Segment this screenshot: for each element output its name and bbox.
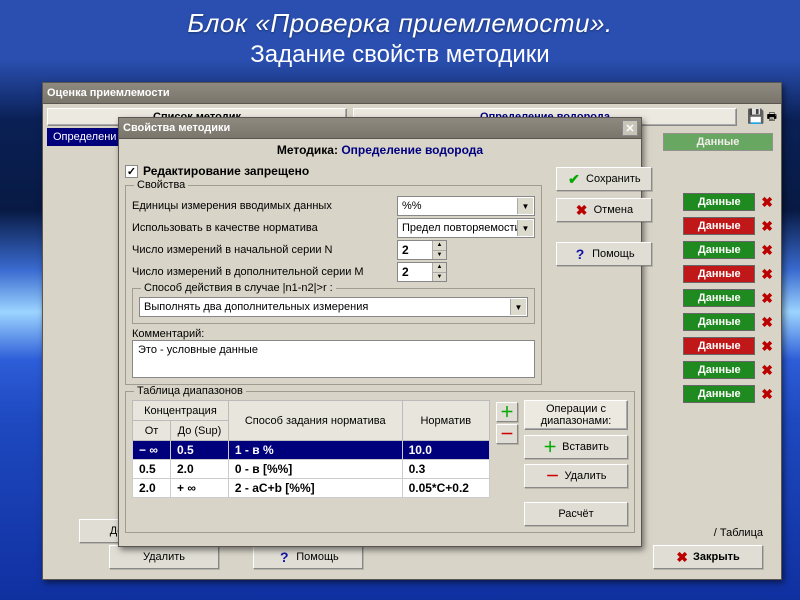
minus-button[interactable]: － [496, 424, 518, 444]
comment-label: Комментарий: [132, 328, 535, 340]
dialog-close-button[interactable]: ✕ [622, 120, 638, 136]
delete-series-icon[interactable]: ✖ [761, 290, 773, 307]
help-icon: ? [573, 246, 587, 262]
data-tab[interactable]: Данные [683, 193, 755, 211]
data-tab[interactable]: Данные [683, 265, 755, 283]
save-button[interactable]: ✔ Сохранить [556, 167, 652, 191]
n-spinner[interactable]: 2▲▼ [397, 240, 447, 260]
ranges-table[interactable]: Концентрация Способ задания норматива Но… [132, 400, 490, 498]
norm-label: Использовать в качестве норматива [132, 222, 397, 234]
dialog-titlebar[interactable]: Свойства методики ✕ [119, 118, 641, 139]
readonly-checkbox[interactable]: ✓ Редактирование запрещено [121, 161, 546, 181]
check-icon: ✔ [567, 171, 581, 188]
dialog-title: Свойства методики [123, 122, 230, 134]
col-concentration: Концентрация [133, 401, 229, 421]
action-select[interactable]: Выполнять два дополнительных измерения▼ [139, 297, 528, 317]
delete-series-icon[interactable]: ✖ [761, 194, 773, 211]
spin-up-icon[interactable]: ▲ [432, 241, 446, 251]
minus-icon: － [500, 424, 514, 444]
table-row[interactable]: 2.0+ ∞2 - aC+b [%%]0.05*C+0.2 [133, 479, 490, 498]
chevron-down-icon: ▼ [517, 198, 533, 214]
col-norm: Норматив [402, 401, 489, 441]
comment-textarea[interactable]: Это - условные данные [132, 340, 535, 378]
data-tab[interactable]: Данные [683, 289, 755, 307]
delete-series-icon[interactable]: ✖ [761, 218, 773, 235]
m-label: Число измерений в дополнительной серии M [132, 266, 397, 278]
ranges-group: Таблица диапазонов Концентрация Способ з… [125, 391, 635, 533]
delete-series-icon[interactable]: ✖ [761, 314, 773, 331]
m-spinner[interactable]: 2▲▼ [397, 262, 447, 282]
delete-series-icon[interactable]: ✖ [761, 362, 773, 379]
data-tab[interactable]: Данные [683, 385, 755, 403]
delete-series-icon[interactable]: ✖ [761, 338, 773, 355]
method-properties-dialog: Свойства методики ✕ Методика: Определени… [118, 117, 642, 547]
help-icon: ? [277, 549, 291, 565]
plus-button[interactable]: ＋ [496, 402, 518, 422]
slide-title-line2: Задание свойств методики [0, 41, 800, 69]
slide-title: Блок «Проверка приемлемости». Задание св… [0, 0, 800, 71]
delete-button[interactable]: Удалить [109, 545, 219, 569]
data-tabs-column: Данные Данные ✖ Данные ✖ Данные ✖ Данные ✖ Данны… [663, 133, 773, 409]
col-mode: Способ задания норматива [228, 401, 402, 441]
n-label: Число измерений в начальной серии N [132, 244, 397, 256]
slide-title-line1: Блок «Проверка приемлемости». [0, 8, 800, 39]
action-group: Способ действия в случае |n1-n2|>r : Вып… [132, 288, 535, 324]
data-tab[interactable]: Данные [683, 313, 755, 331]
cancel-icon: ✖ [575, 202, 589, 219]
spin-up-icon[interactable]: ▲ [432, 263, 446, 273]
insert-button[interactable]: ＋Вставить [524, 435, 628, 459]
delete-series-icon[interactable]: ✖ [761, 266, 773, 283]
units-label: Единицы измерения вводимых данных [132, 200, 397, 212]
close-button[interactable]: ✖ Закрыть [653, 545, 763, 569]
data-tab[interactable]: Данные [683, 217, 755, 235]
dialog-method-header: Методика: Определение водорода [119, 139, 641, 161]
cancel-button[interactable]: ✖ Отмена [556, 198, 652, 222]
delete-series-icon[interactable]: ✖ [761, 386, 773, 403]
spin-down-icon[interactable]: ▼ [432, 273, 446, 282]
tab-data-top[interactable]: Данные [663, 133, 773, 151]
help-button-main[interactable]: ? Помощь [253, 545, 363, 569]
ops-label: Операции с диапазонами: [524, 400, 628, 430]
calc-button[interactable]: Расчёт [524, 502, 628, 526]
main-window-title: Оценка приемлемости [47, 87, 170, 99]
ranges-tab-hint: / Таблица [714, 527, 763, 539]
plus-icon: ＋ [543, 437, 557, 457]
minus-icon: － [546, 466, 560, 486]
data-tab[interactable]: Данные [683, 361, 755, 379]
norm-select[interactable]: Предел повторяемости r▼ [397, 218, 535, 238]
close-icon: ✖ [676, 549, 688, 566]
plus-icon: ＋ [500, 402, 514, 422]
chevron-down-icon: ▼ [517, 220, 533, 236]
table-row[interactable]: − ∞0.51 - в %10.0 [133, 441, 490, 460]
data-tab[interactable]: Данные [683, 337, 755, 355]
data-tab[interactable]: Данные [683, 241, 755, 259]
properties-group: Свойства Единицы измерения вводимых данн… [125, 185, 542, 385]
chevron-down-icon: ▼ [510, 299, 526, 315]
delete-series-icon[interactable]: ✖ [761, 242, 773, 259]
checkbox-icon: ✓ [125, 165, 138, 178]
col-from: От [133, 421, 171, 441]
col-to: До (Sup) [170, 421, 228, 441]
table-row[interactable]: 0.52.00 - в [%%]0.3 [133, 460, 490, 479]
remove-button[interactable]: －Удалить [524, 464, 628, 488]
help-button[interactable]: ? Помощь [556, 242, 652, 266]
units-select[interactable]: %%▼ [397, 196, 535, 216]
main-window-titlebar[interactable]: Оценка приемлемости [43, 83, 781, 104]
spin-down-icon[interactable]: ▼ [432, 251, 446, 260]
